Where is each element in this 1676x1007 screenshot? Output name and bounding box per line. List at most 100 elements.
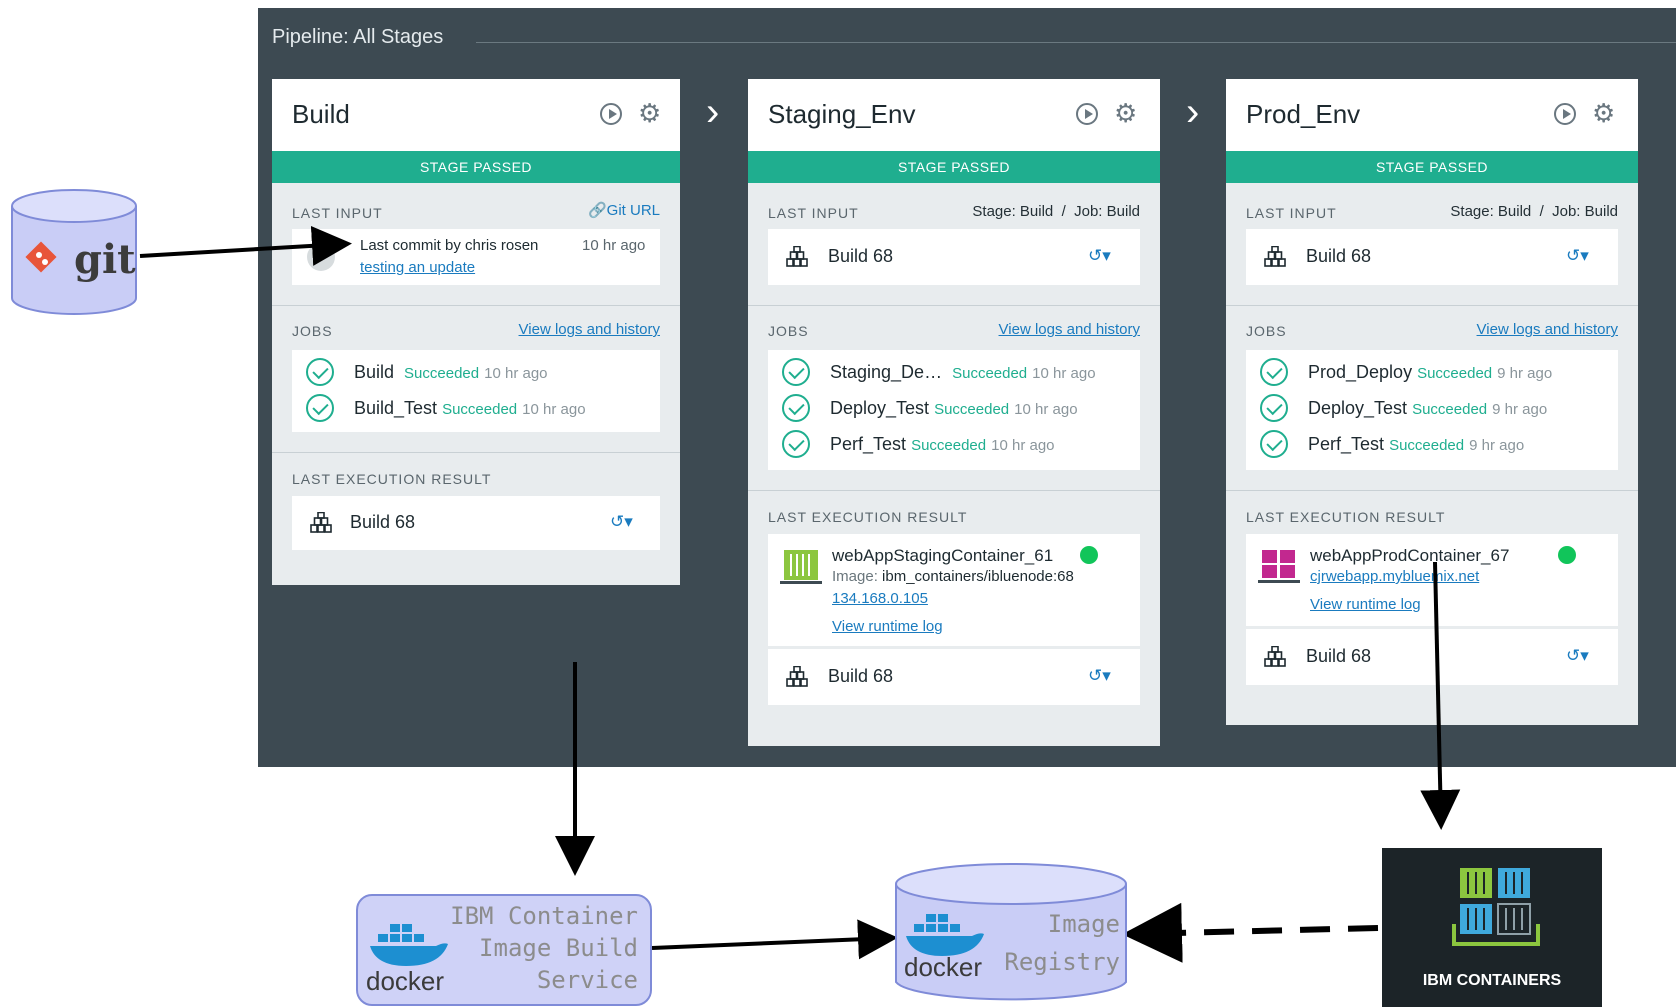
stage-title: Build — [292, 99, 350, 129]
run-stage-icon[interactable] — [1076, 103, 1098, 125]
view-logs-link[interactable]: View logs and history — [1477, 321, 1618, 338]
last-input-label: LAST INPUT — [768, 205, 859, 221]
docker-label: docker — [366, 966, 445, 996]
ibm-containers: IBM CONTAINERS — [1382, 848, 1602, 1007]
image-line: Image: ibm_containers/ibluenode:68 — [832, 568, 1074, 585]
build-label: Build 68 — [1306, 646, 1372, 666]
commit-message-link[interactable]: testing an update — [360, 259, 475, 276]
gear-icon[interactable]: ⚙ — [1592, 99, 1615, 127]
input-source: Stage: Build / Job: Build — [1450, 203, 1618, 220]
divider — [1226, 305, 1638, 306]
pipeline-title: Pipeline: All Stages — [272, 26, 444, 48]
container-name: webAppStagingContainer_61 — [832, 546, 1054, 565]
last-exec-label: LAST EXECUTION RESULT — [768, 509, 968, 525]
check-icon — [782, 430, 810, 458]
input-build-box: Build 68 ↺▾ — [1246, 229, 1618, 285]
image-label: Image: — [832, 568, 878, 585]
jobs-label: JOBS — [292, 323, 333, 339]
stage-header: Prod_Env ⚙ — [1226, 79, 1638, 151]
jobs-box: Staging_De… Succeeded 10 hr ago Deploy_T… — [768, 350, 1140, 470]
ibm-containers-label: IBM CONTAINERS — [1422, 972, 1562, 989]
divider — [748, 490, 1160, 491]
running-status-icon — [1558, 546, 1576, 564]
build-icon — [1264, 246, 1286, 267]
check-icon — [306, 358, 334, 386]
redeploy-icon[interactable]: ↺▾ — [1566, 646, 1589, 666]
container-box: webAppStagingContainer_61 Image: ibm_con… — [768, 534, 1140, 646]
gear-icon[interactable]: ⚙ — [1114, 99, 1137, 127]
arrow-ibm-to-registry — [1122, 902, 1379, 963]
gear-icon[interactable]: ⚙ — [638, 99, 661, 127]
ibm-containers-icon — [1452, 868, 1540, 946]
last-input-label: LAST INPUT — [292, 205, 383, 221]
git-url-link[interactable]: 🔗Git URL — [588, 201, 660, 219]
last-exec-label: LAST EXECUTION RESULT — [292, 471, 492, 487]
redeploy-icon[interactable]: ↺▾ — [1088, 246, 1111, 266]
runtime-log-link[interactable]: View runtime log — [832, 618, 943, 635]
stage-status: STAGE PASSED — [1226, 151, 1638, 183]
commit-box: Last commit by chris rosen 10 hr ago tes… — [292, 229, 660, 285]
git-logo-text: git — [74, 236, 136, 283]
stage-status: STAGE PASSED — [272, 151, 680, 183]
stage-header: Staging_Env ⚙ — [748, 79, 1160, 151]
container-ip-link[interactable]: 134.168.0.105 — [832, 590, 928, 607]
pipeline-panel: Pipeline: All Stages Build ⚙ STAGE PASSE… — [258, 8, 1676, 767]
jobs-label: JOBS — [768, 323, 809, 339]
commit-text: Last commit by chris rosen — [360, 237, 539, 254]
docker-label: docker — [904, 952, 983, 982]
container-box: webAppProdContainer_67 cjrwebapp.mybluem… — [1246, 534, 1618, 626]
check-icon — [306, 394, 334, 422]
runtime-log-link[interactable]: View runtime log — [1310, 596, 1421, 613]
build-box: Build 68 ↺▾ — [1246, 629, 1618, 685]
divider — [748, 305, 1160, 306]
stage-card-prod: Prod_Env ⚙ STAGE PASSED LAST INPUT Stage… — [1226, 79, 1638, 725]
build-icon — [786, 246, 808, 267]
check-icon — [1260, 394, 1288, 422]
chevron-right-icon: › — [706, 90, 720, 134]
jobs-label: JOBS — [1246, 323, 1287, 339]
build-label: Build 68 — [350, 512, 416, 532]
divider — [1226, 490, 1638, 491]
title-rule — [476, 42, 1676, 43]
stage-card-staging: Staging_Env ⚙ STAGE PASSED LAST INPUT St… — [748, 79, 1160, 746]
chevron-right-icon: › — [1186, 90, 1200, 134]
build-icon — [1264, 646, 1286, 667]
docker-icon — [370, 924, 448, 966]
service-label: IBM Container Image Build Service — [450, 902, 638, 994]
view-logs-link[interactable]: View logs and history — [519, 321, 660, 338]
build-box: Build 68 ↺▾ — [292, 496, 660, 550]
build-icon — [786, 666, 808, 687]
github-icon — [307, 243, 335, 271]
build-box: Build 68 ↺▾ — [768, 649, 1140, 705]
image-value: ibm_containers/ibluenode:68 — [882, 568, 1074, 585]
commit-time: 10 hr ago — [582, 237, 646, 254]
redeploy-icon[interactable]: ↺▾ — [1566, 246, 1589, 266]
input-source: Stage: Build / Job: Build — [972, 203, 1140, 220]
stage-title: Prod_Env — [1246, 99, 1361, 129]
container-name: webAppProdContainer_67 — [1310, 546, 1510, 565]
divider — [272, 305, 680, 306]
last-input-label: LAST INPUT — [1246, 205, 1337, 221]
container-icon — [780, 550, 822, 584]
last-exec-label: LAST EXECUTION RESULT — [1246, 509, 1446, 525]
build-label: Build 68 — [828, 246, 894, 266]
divider — [272, 452, 680, 453]
redeploy-icon[interactable]: ↺▾ — [610, 512, 633, 532]
stage-title: Staging_Env — [768, 99, 916, 129]
link-icon: 🔗 — [587, 202, 607, 219]
build-label: Build 68 — [828, 666, 894, 686]
input-build-box: Build 68 ↺▾ — [768, 229, 1140, 285]
arrow-service-to-registry — [651, 919, 898, 960]
jobs-box: Build Succeeded 10 hr ago Build_Test Suc… — [292, 350, 660, 432]
run-stage-icon[interactable] — [600, 103, 622, 125]
container-icon — [1258, 550, 1300, 583]
check-icon — [782, 394, 810, 422]
check-icon — [782, 358, 810, 386]
jobs-box: Prod_Deploy Succeeded 9 hr ago Deploy_Te… — [1246, 350, 1618, 470]
app-url-link[interactable]: cjrwebapp.mybluemix.net — [1310, 568, 1479, 585]
run-stage-icon[interactable] — [1554, 103, 1576, 125]
redeploy-icon[interactable]: ↺▾ — [1088, 666, 1111, 686]
stage-status: STAGE PASSED — [748, 151, 1160, 183]
running-status-icon — [1080, 546, 1098, 564]
view-logs-link[interactable]: View logs and history — [999, 321, 1140, 338]
